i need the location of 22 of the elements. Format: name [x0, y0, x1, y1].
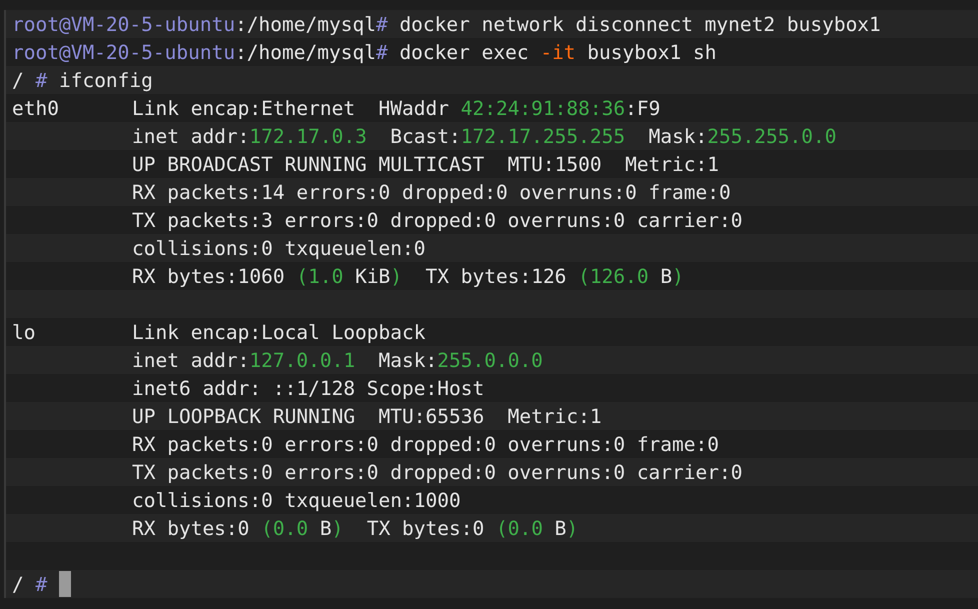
- command-line: root@VM-20-5-ubuntu:/home/mysql# docker network disconnect mynet2 busybox1: [12, 12, 881, 36]
- command-line: / #: [12, 572, 48, 596]
- command-line: / # ifconfig: [12, 68, 153, 92]
- command-line: root@VM-20-5-ubuntu:/home/mysql# docker exec -it busybox1 sh: [12, 40, 716, 64]
- output-line: inet addr:172.17.0.3 Bcast:172.17.255.255 Mask:255.255.0.0: [132, 124, 836, 148]
- output-line: TX packets:3 errors:0 dropped:0 overruns:0 carrier:0: [132, 208, 742, 232]
- output-line: TX packets:0 errors:0 dropped:0 overruns:0 carrier:0: [132, 460, 742, 484]
- output-line: inet6 addr: ::1/128 Scope:Host: [132, 376, 484, 400]
- output-line: RX packets:14 errors:0 dropped:0 overruns:0 frame:0: [132, 180, 731, 204]
- output-line: RX packets:0 errors:0 dropped:0 overruns:0 frame:0: [132, 432, 719, 456]
- output-line: RX bytes:1060 (1.0 KiB) TX bytes:126 (126.0 B): [132, 264, 684, 288]
- output-line: Link encap:Local Loopback: [132, 320, 426, 344]
- output-line: RX bytes:0 (0.0 B) TX bytes:0 (0.0 B): [132, 516, 578, 540]
- output-line: UP BROADCAST RUNNING MULTICAST MTU:1500 Metric:1: [132, 152, 719, 176]
- output-line: UP LOOPBACK RUNNING MTU:65536 Metric:1: [132, 404, 602, 428]
- interface-name: eth0: [12, 96, 59, 120]
- interface-name: lo: [12, 320, 36, 344]
- output-line: collisions:0 txqueuelen:1000: [132, 488, 461, 512]
- output-line: collisions:0 txqueuelen:0: [132, 236, 426, 260]
- output-line: inet addr:127.0.0.1 Mask:255.0.0.0: [132, 348, 543, 372]
- terminal-cursor: [59, 571, 72, 597]
- output-line: Link encap:Ethernet HWaddr 42:24:91:88:36:F9: [132, 96, 660, 120]
